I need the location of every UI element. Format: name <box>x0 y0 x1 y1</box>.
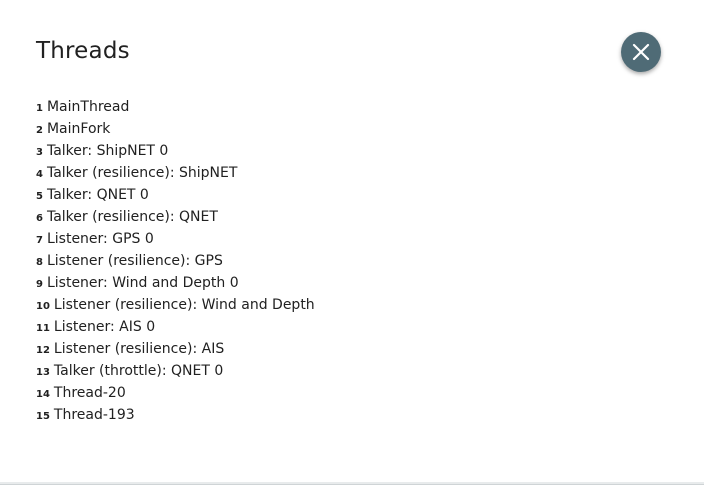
thread-item: 6 Talker (resilience): QNET <box>36 205 315 227</box>
thread-name: Listener: GPS 0 <box>46 231 154 247</box>
thread-name: Talker (resilience): QNET <box>46 209 218 225</box>
thread-number: 11 <box>36 323 50 334</box>
thread-name: Listener (resilience): Wind and Depth <box>53 297 315 313</box>
thread-number: 2 <box>36 125 43 136</box>
thread-name: MainThread <box>46 99 130 115</box>
thread-item: 7 Listener: GPS 0 <box>36 227 315 249</box>
thread-name: Talker (resilience): ShipNET <box>46 165 238 181</box>
thread-number: 14 <box>36 389 50 400</box>
thread-number: 3 <box>36 147 43 158</box>
thread-number: 8 <box>36 257 43 268</box>
thread-item: 1 MainThread <box>36 95 315 117</box>
thread-item: 3 Talker: ShipNET 0 <box>36 139 315 161</box>
thread-name: Listener (resilience): AIS <box>53 341 225 357</box>
thread-item: 13 Talker (throttle): QNET 0 <box>36 359 315 381</box>
thread-number: 13 <box>36 367 50 378</box>
thread-name: Listener (resilience): GPS <box>46 253 223 269</box>
thread-item: 15 Thread-193 <box>36 403 315 425</box>
thread-number: 4 <box>36 169 43 180</box>
thread-number: 6 <box>36 213 43 224</box>
thread-list: 1 MainThread 2 MainFork 3 Talker: ShipNET 0… <box>36 95 315 425</box>
thread-name: Thread-193 <box>53 407 135 423</box>
thread-number: 7 <box>36 235 43 246</box>
thread-number: 1 <box>36 103 43 114</box>
thread-name: Listener: Wind and Depth 0 <box>46 275 239 291</box>
thread-name: MainFork <box>46 121 111 137</box>
threads-dialog: Threads 1 MainThread 2 MainFork 3 Talker: S… <box>0 0 704 485</box>
thread-item: 12 Listener (resilience): AIS <box>36 337 315 359</box>
close-icon <box>632 43 650 61</box>
close-button[interactable] <box>621 32 661 72</box>
dialog-title: Threads <box>36 38 130 64</box>
thread-number: 10 <box>36 301 50 312</box>
thread-number: 12 <box>36 345 50 356</box>
thread-item: 2 MainFork <box>36 117 315 139</box>
thread-name: Talker (throttle): QNET 0 <box>53 363 224 379</box>
thread-item: 9 Listener: Wind and Depth 0 <box>36 271 315 293</box>
thread-name: Talker: QNET 0 <box>46 187 149 203</box>
thread-item: 5 Talker: QNET 0 <box>36 183 315 205</box>
thread-number: 5 <box>36 191 43 202</box>
thread-name: Thread-20 <box>53 385 126 401</box>
thread-name: Talker: ShipNET 0 <box>46 143 169 159</box>
dialog-bottom-edge <box>0 482 704 484</box>
thread-name: Listener: AIS 0 <box>53 319 156 335</box>
thread-item: 11 Listener: AIS 0 <box>36 315 315 337</box>
thread-item: 8 Listener (resilience): GPS <box>36 249 315 271</box>
thread-number: 9 <box>36 279 43 290</box>
thread-item: 14 Thread-20 <box>36 381 315 403</box>
thread-number: 15 <box>36 411 50 422</box>
thread-item: 4 Talker (resilience): ShipNET <box>36 161 315 183</box>
thread-item: 10 Listener (resilience): Wind and Depth <box>36 293 315 315</box>
